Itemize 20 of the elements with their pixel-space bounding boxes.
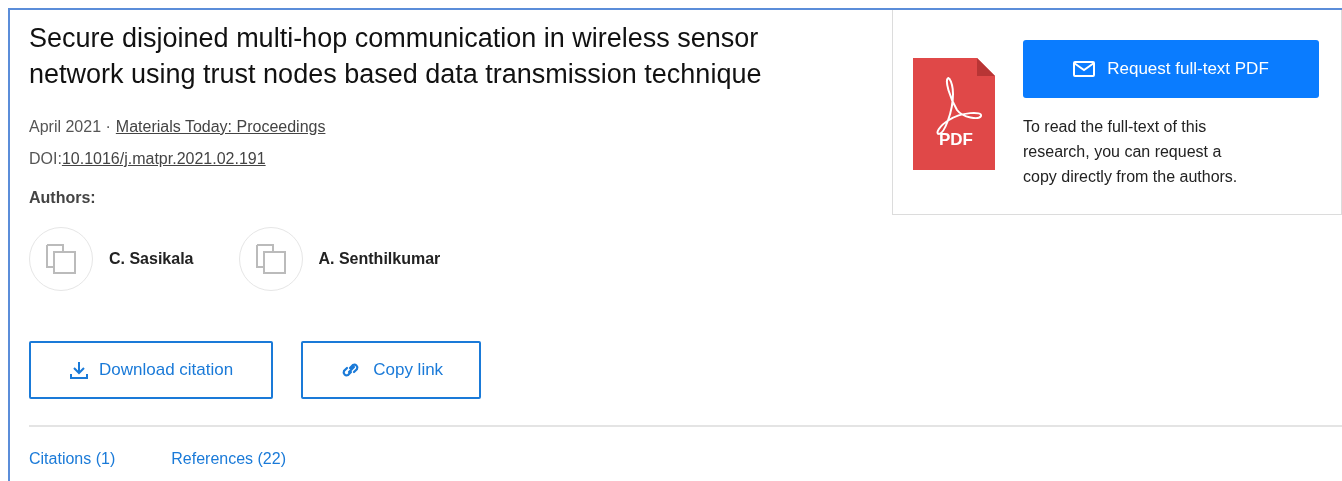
download-citation-button[interactable]: Download citation: [29, 341, 274, 399]
request-pdf-button[interactable]: Request full-text PDF: [1023, 40, 1319, 98]
article-title: Secure disjoined multi-hop communication in wireless sensor network using trust nodes based data transmission technique: [29, 22, 763, 91]
journal-link[interactable]: Materials Today: Proceedings: [115, 117, 326, 137]
pdf-file-icon: [913, 58, 995, 170]
section-tab[interactable]: Citations (1): [29, 450, 116, 468]
doi-link[interactable]: 10.1016/j.matpr.2021.02.191: [61, 149, 266, 169]
copy-link-button[interactable]: Copy link: [301, 341, 482, 399]
doi-label: DOI:: [29, 149, 62, 169]
author-name[interactable]: A. Senthilkumar: [318, 250, 441, 268]
author-name[interactable]: C. Sasikala: [109, 250, 194, 268]
avatar-placeholder-icon: [44, 242, 78, 276]
download-icon: [69, 360, 89, 380]
section-tab[interactable]: References (22): [171, 450, 286, 468]
avatar-placeholder-icon: [253, 242, 288, 276]
mail-icon: [1073, 61, 1096, 77]
publication-date: April 2021 ·: [29, 117, 111, 137]
pdf-label: PDF: [939, 130, 973, 150]
fulltext-note: To read the full-text of this research, you can request a copy directly from the authors.: [1023, 117, 1239, 187]
authors-label: Authors:: [29, 189, 97, 207]
